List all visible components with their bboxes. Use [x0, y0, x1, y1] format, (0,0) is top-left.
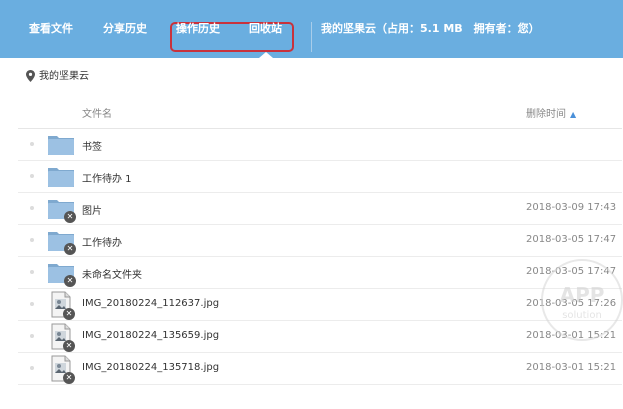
image-file-icon: ✕ — [51, 291, 75, 320]
deleted-badge-icon: ✕ — [64, 211, 76, 223]
breadcrumb[interactable]: 我的坚果云 — [26, 68, 89, 86]
nav-divider — [311, 22, 312, 52]
nav-view-files[interactable]: 查看文件 — [29, 0, 73, 58]
file-name[interactable]: 图片 — [82, 202, 102, 217]
deleted-badge-icon: ✕ — [63, 372, 75, 384]
map-pin-icon — [26, 70, 35, 82]
delete-time: 2018-03-05 17:47 — [526, 234, 617, 245]
watermark-solution-text: solution — [562, 310, 602, 321]
column-delete-time-label: 删除时间 — [526, 109, 566, 120]
row-select-dot[interactable] — [30, 302, 34, 306]
table-row[interactable]: ✕ 工作待办 2018-03-05 17:47 — [18, 225, 622, 257]
row-select-dot[interactable] — [30, 142, 34, 146]
nav-recycle-bin[interactable]: 回收站 — [249, 0, 282, 58]
table-row[interactable]: ✕ IMG_20180224_112637.jpg 2018-03-05 17:26 — [18, 289, 622, 321]
folder-icon: ✕ — [47, 197, 76, 223]
table-row[interactable]: 工作待办 1 — [18, 161, 622, 193]
table-row[interactable]: ✕ IMG_20180224_135718.jpg 2018-03-01 15:21 — [18, 353, 622, 385]
account-info: 我的坚果云（占用：5.1 MB 拥有者：您） — [321, 22, 540, 35]
column-filename[interactable]: 文件名 — [82, 105, 112, 120]
table-row[interactable]: ✕ IMG_20180224_135659.jpg 2018-03-01 15:21 — [18, 321, 622, 353]
nav-operation-history[interactable]: 操作历史 — [176, 0, 220, 58]
file-name[interactable]: 工作待办 — [82, 234, 122, 249]
image-file-icon: ✕ — [51, 323, 75, 352]
table-row[interactable]: ✕ 未命名文件夹 2018-03-05 17:47 — [18, 257, 622, 289]
row-select-dot[interactable] — [30, 206, 34, 210]
table-row[interactable]: ✕ 图片 2018-03-09 17:43 — [18, 193, 622, 225]
active-tab-pointer — [259, 52, 273, 58]
file-name[interactable]: 未命名文件夹 — [82, 266, 142, 281]
table-row[interactable]: 书签 — [18, 129, 622, 161]
row-select-dot[interactable] — [30, 174, 34, 178]
folder-icon: ✕ — [47, 261, 76, 287]
breadcrumb-label: 我的坚果云 — [39, 71, 89, 82]
file-name[interactable]: IMG_20180224_135659.jpg — [82, 330, 219, 341]
table-header: 文件名 删除时间 ▲ — [18, 96, 622, 129]
row-select-dot[interactable] — [30, 270, 34, 274]
deleted-badge-icon: ✕ — [64, 243, 76, 255]
folder-icon: ✕ — [47, 229, 76, 255]
deleted-badge-icon: ✕ — [63, 308, 75, 320]
watermark-app-text: APP — [560, 283, 605, 307]
file-name[interactable]: 书签 — [82, 138, 102, 153]
column-delete-time[interactable]: 删除时间 ▲ — [526, 105, 576, 120]
image-file-icon: ✕ — [51, 355, 75, 384]
row-select-dot[interactable] — [30, 334, 34, 338]
row-select-dot[interactable] — [30, 366, 34, 370]
deleted-badge-icon: ✕ — [64, 275, 76, 287]
top-navigation-bar: 查看文件 分享历史 操作历史 回收站 我的坚果云（占用：5.1 MB 拥有者：您… — [0, 0, 623, 58]
watermark-logo: APP solution — [541, 259, 623, 341]
folder-icon — [47, 165, 75, 189]
delete-time: 2018-03-09 17:43 — [526, 202, 617, 213]
folder-icon — [47, 133, 75, 157]
file-name[interactable]: 工作待办 1 — [82, 170, 132, 185]
deleted-badge-icon: ✕ — [63, 340, 75, 352]
delete-time: 2018-03-01 15:21 — [526, 362, 617, 373]
row-select-dot[interactable] — [30, 238, 34, 242]
file-name[interactable]: IMG_20180224_135718.jpg — [82, 362, 219, 373]
file-name[interactable]: IMG_20180224_112637.jpg — [82, 298, 219, 309]
nav-share-history[interactable]: 分享历史 — [103, 0, 147, 58]
sort-ascending-icon: ▲ — [570, 110, 577, 119]
